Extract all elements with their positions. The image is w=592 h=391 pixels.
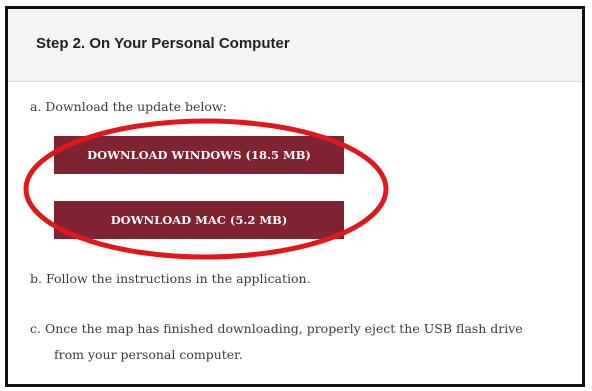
instruction-c-continued: from your personal computer. — [54, 347, 243, 362]
step-title: Step 2. On Your Personal Computer — [36, 35, 290, 52]
instruction-b: b. Follow the instructions in the applic… — [30, 271, 311, 286]
instruction-c: c. Once the map has finished downloading… — [30, 321, 523, 336]
download-windows-button[interactable]: DOWNLOAD WINDOWS (18.5 MB) — [54, 136, 344, 174]
instruction-a: a. Download the update below: — [30, 99, 227, 114]
step-header: Step 2. On Your Personal Computer — [8, 9, 582, 82]
instruction-panel: Step 2. On Your Personal Computer a. Dow… — [5, 6, 585, 387]
download-mac-button[interactable]: DOWNLOAD MAC (5.2 MB) — [54, 201, 344, 239]
